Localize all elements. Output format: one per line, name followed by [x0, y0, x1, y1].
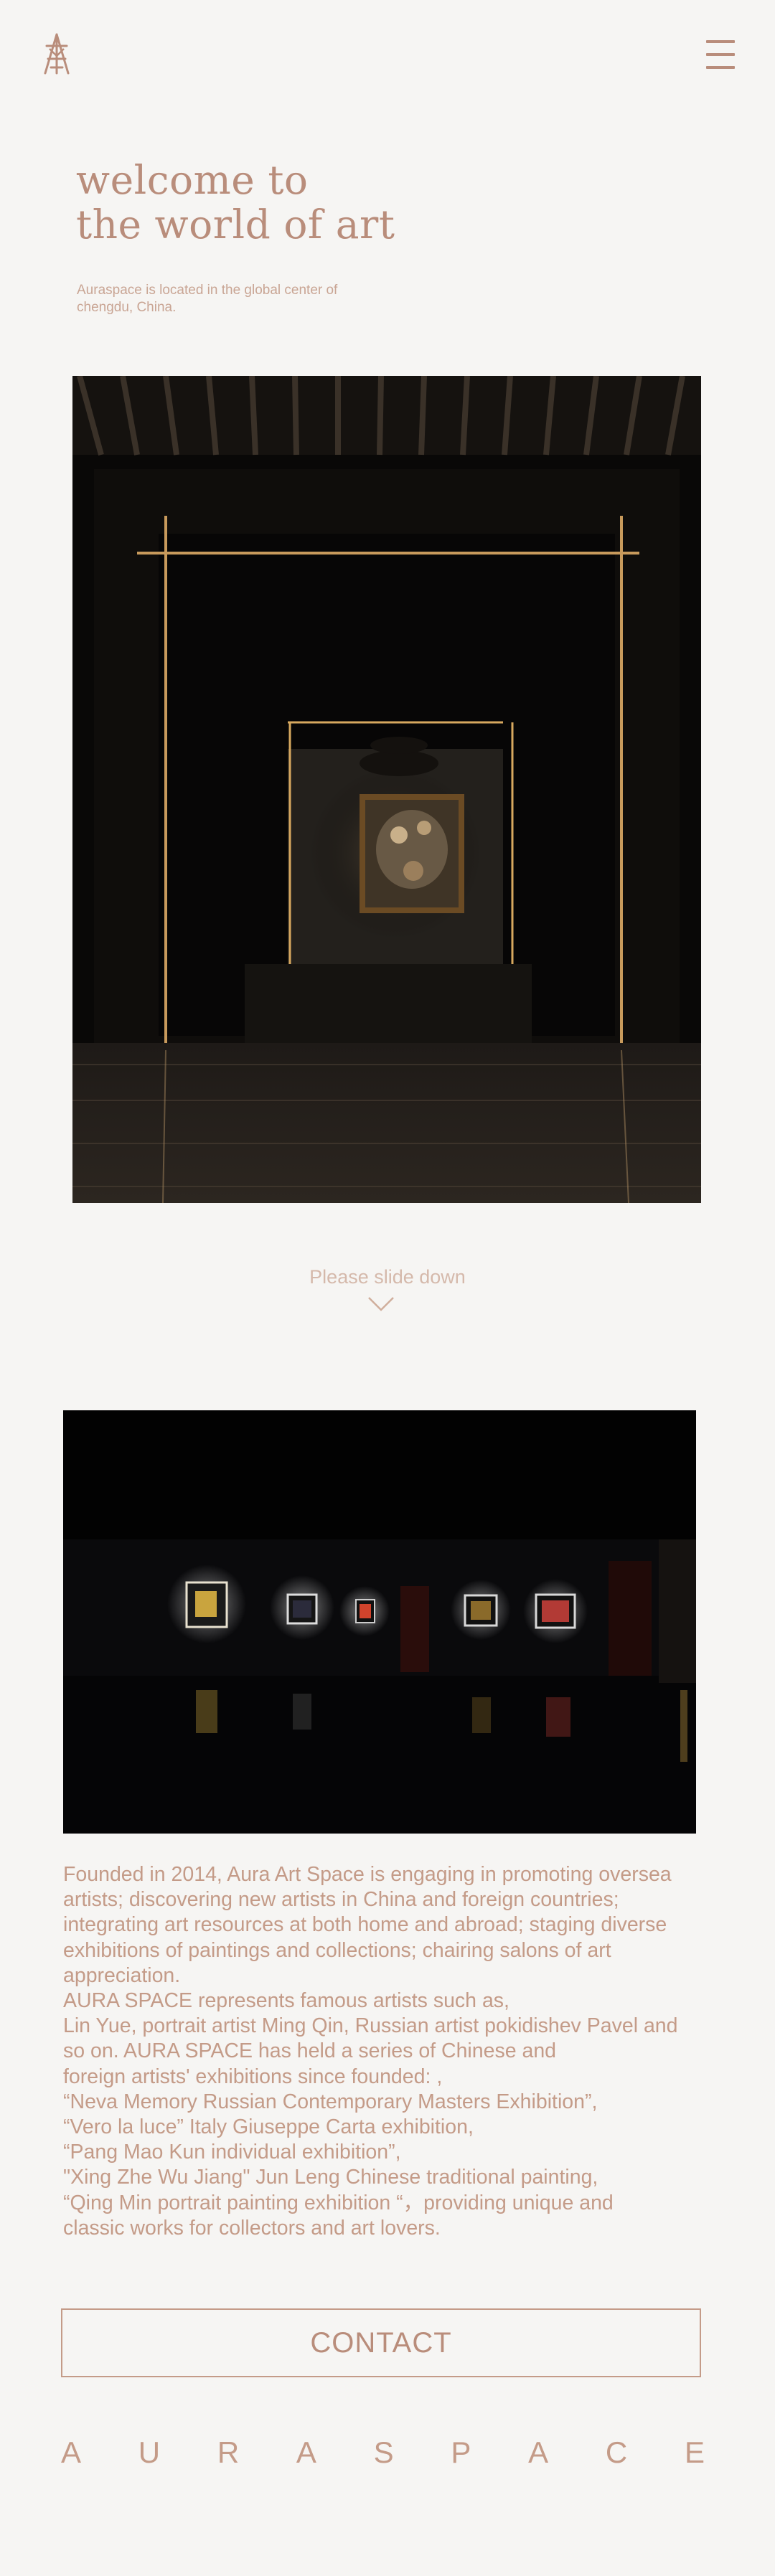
brand-letter: U [138, 2435, 161, 2469]
about-text: Founded in 2014, Aura Art Space is engag… [63, 1862, 709, 2241]
about-line: exhibitions of paintings and collections… [63, 1938, 611, 1962]
brand-wordmark: A U R A S P A C E [61, 2435, 705, 2470]
about-line: “Vero la luce” Italy Giuseppe Carta exhi… [63, 2115, 474, 2139]
chevron-down-icon[interactable] [367, 1296, 395, 1312]
contact-button[interactable]: CONTACT [61, 2308, 701, 2377]
about-line: "Xing Zhe Wu Jiang" Jun Leng Chinese tra… [63, 2166, 598, 2189]
about-line: foreign artists' exhibitions since found… [63, 2065, 443, 2088]
brand-letter: A [61, 2435, 82, 2469]
brand-letter: A [528, 2435, 549, 2469]
brand-letter: C [605, 2435, 628, 2469]
scroll-hint-label: Please slide down [309, 1266, 466, 1288]
hero-title: welcome to the world of art [76, 157, 395, 247]
aura-space-monogram-icon[interactable] [39, 32, 74, 76]
hamburger-menu-icon[interactable] [703, 36, 738, 75]
about-line: AURA SPACE represents famous artists suc… [63, 1989, 509, 2013]
about-line: classic works for collectors and art lov… [63, 2216, 441, 2240]
about-line: so on. AURA SPACE has held a series of C… [63, 2039, 557, 2063]
gallery-corridor-image [72, 376, 701, 1203]
about-line: Founded in 2014, Aura Art Space is engag… [63, 1863, 672, 1886]
exhibition-hall-illustration [63, 1410, 696, 1834]
about-line: integrating art resources at both home a… [63, 1913, 667, 1937]
brand-letter: S [373, 2435, 394, 2469]
about-line: appreciation. [63, 1963, 181, 1987]
brand-letter: P [451, 2435, 471, 2469]
brand-letter: A [296, 2435, 316, 2469]
exhibition-hall-image [63, 1410, 696, 1834]
about-line: “Qing Min portrait painting exhibition “… [63, 2191, 614, 2214]
hero-subtitle: Auraspace is located in the global cente… [77, 283, 338, 315]
about-line: Lin Yue, portrait artist Ming Qin, Russi… [63, 2014, 678, 2038]
about-line: “Neva Memory Russian Contemporary Master… [63, 2090, 598, 2113]
about-line: “Pang Mao Kun individual exhibition”, [63, 2141, 401, 2164]
gallery-corridor-illustration [72, 376, 701, 1203]
site-header [0, 0, 775, 115]
about-line: artists; discovering new artists in Chin… [63, 1888, 619, 1912]
brand-letter: E [684, 2435, 705, 2469]
brand-letter: R [217, 2435, 240, 2469]
